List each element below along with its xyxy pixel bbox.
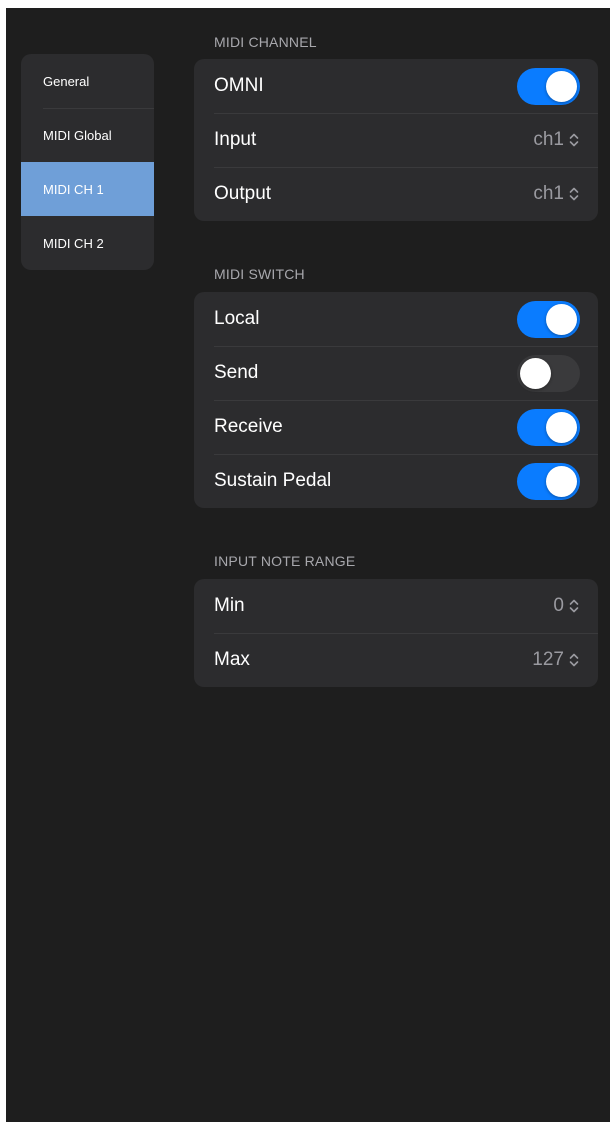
midi-channel-group: OMNI Input ch1 Output ch1 [194, 59, 598, 221]
output-value: ch1 [533, 183, 564, 204]
local-row: Local [194, 292, 598, 346]
toggle-knob [520, 357, 551, 389]
min-row: Min 0 [194, 579, 598, 633]
input-channel-picker[interactable]: ch1 [533, 129, 580, 151]
omni-row: OMNI [194, 59, 598, 113]
chevron-up-down-icon [569, 133, 579, 147]
section-header-midi-switch: MIDI SWITCH [214, 266, 305, 282]
sustain-pedal-toggle[interactable] [517, 462, 580, 500]
toggle-knob [546, 303, 577, 335]
input-row: Input ch1 [194, 113, 598, 167]
toggle-knob [546, 411, 577, 443]
sidebar-item-midi-ch-1[interactable]: MIDI CH 1 [21, 162, 154, 216]
section-header-input-note-range: INPUT NOTE RANGE [214, 553, 356, 569]
receive-toggle[interactable] [517, 408, 580, 446]
chevron-up-down-icon [569, 187, 579, 201]
sidebar: General MIDI Global MIDI CH 1 MIDI CH 2 [21, 54, 154, 270]
receive-label: Receive [214, 416, 283, 437]
input-value: ch1 [533, 129, 564, 150]
input-label: Input [214, 129, 257, 150]
max-value: 127 [532, 649, 564, 670]
output-label: Output [214, 183, 272, 204]
chevron-up-down-icon [569, 653, 579, 667]
min-note-picker[interactable]: 0 [553, 595, 580, 617]
local-label: Local [214, 308, 260, 329]
chevron-up-down-icon [569, 599, 579, 613]
output-channel-picker[interactable]: ch1 [533, 183, 580, 205]
send-row: Send [194, 346, 598, 400]
omni-label: OMNI [214, 75, 264, 96]
max-note-picker[interactable]: 127 [532, 649, 580, 671]
max-label: Max [214, 649, 250, 670]
midi-switch-group: Local Send Receive Sustain Pedal [194, 292, 598, 508]
sidebar-item-midi-ch-2[interactable]: MIDI CH 2 [21, 216, 154, 270]
app-window: General MIDI Global MIDI CH 1 MIDI CH 2 … [6, 8, 610, 1122]
min-value: 0 [553, 595, 564, 616]
receive-row: Receive [194, 400, 598, 454]
max-row: Max 127 [194, 633, 598, 687]
local-toggle[interactable] [517, 300, 580, 338]
output-row: Output ch1 [194, 167, 598, 221]
section-header-midi-channel: MIDI CHANNEL [214, 34, 317, 50]
sustain-pedal-row: Sustain Pedal [194, 454, 598, 508]
sustain-pedal-label: Sustain Pedal [214, 470, 332, 491]
sidebar-item-general[interactable]: General [21, 54, 154, 108]
send-label: Send [214, 362, 259, 383]
min-label: Min [214, 595, 245, 616]
omni-toggle[interactable] [517, 67, 580, 105]
sidebar-item-midi-global[interactable]: MIDI Global [21, 108, 154, 162]
toggle-knob [546, 70, 577, 102]
input-note-range-group: Min 0 Max 127 [194, 579, 598, 687]
send-toggle[interactable] [517, 354, 580, 392]
toggle-knob [546, 465, 577, 497]
